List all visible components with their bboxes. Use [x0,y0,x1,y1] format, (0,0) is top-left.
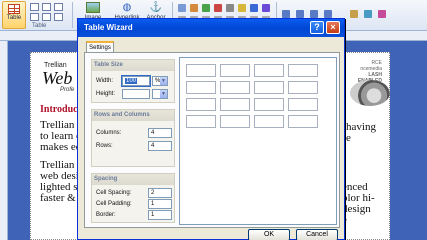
delete-cell-icon[interactable] [54,3,63,11]
preview-cell [254,98,284,111]
rows-label: Rows: [96,143,113,149]
spacing-group: Spacing Cell Spacing: 2 Cell Padding: 1 … [91,173,175,223]
ribbon-group-label: Table [32,23,47,29]
merge-cells-icon[interactable] [30,13,39,21]
border-field[interactable]: 1 [148,210,172,220]
preview-icon[interactable] [364,10,372,18]
close-icon[interactable]: × [326,21,340,34]
width-value: 100 [125,78,138,84]
insert-column-icon[interactable] [42,3,51,11]
preview-cell [220,115,250,128]
preview-cell [220,64,250,77]
preview-cell [288,81,318,94]
border-label: Border: [96,212,116,218]
cell-padding-field[interactable]: 1 [148,199,172,209]
special-char-icon[interactable] [262,4,270,12]
preview-cell [288,115,318,128]
height-unit-select[interactable]: ▼ [152,89,168,99]
insert-row-icon[interactable] [30,3,39,11]
cell-spacing-label: Cell Spacing: [96,190,132,196]
italic-icon[interactable] [310,10,318,18]
help-icon[interactable]: ? [310,21,324,34]
chevron-down-icon: ▼ [160,77,167,85]
bold-icon[interactable] [296,10,304,18]
paragraph-line: faster & [40,192,76,204]
cell-padding-label: Cell Padding: [96,201,132,207]
preview-cell [186,64,216,77]
width-field[interactable]: 100 [121,75,151,87]
logo-sub-text: Profe [60,87,75,93]
underline-icon[interactable] [324,10,332,18]
width-unit-select[interactable]: % ▼ [152,76,168,86]
line-icon[interactable] [226,4,234,12]
ribbon-separator [72,2,73,28]
preview-cell [288,64,318,77]
intro-heading: Introduc [40,104,78,115]
paragraph-1-right: having e [346,122,376,144]
anchor-icon: ⚓ [149,2,163,13]
preview-cell [220,98,250,111]
height-field[interactable] [122,89,150,99]
form-icon[interactable] [178,4,186,12]
paragraph-line: e [346,132,351,144]
layer-icon[interactable] [190,4,198,12]
logo-main-text: Web [42,68,73,88]
style-icon[interactable] [350,10,358,18]
rows-field[interactable]: 4 [148,141,172,151]
table-icon [8,4,20,14]
table-button-label: Table [6,15,22,21]
dialog-title: Table Wizard [84,23,133,32]
font-size-icon[interactable] [282,10,290,18]
highlight-icon[interactable] [238,4,246,12]
text-color-icon[interactable] [250,4,258,12]
disc-graphic [350,80,390,106]
dialog-titlebar[interactable]: Table Wizard ? × [78,19,344,37]
ok-button[interactable]: OK [248,229,290,240]
width-label: Width: [96,78,114,84]
group-title: Rows and Columns [92,110,174,121]
preview-cell [186,81,216,94]
paragraph-1: Trellian to learn c makes ed [40,120,81,153]
group-title: Spacing [92,174,174,185]
paragraph-line: makes ed [40,141,82,153]
preview-cell [288,98,318,111]
globe-icon: ◍ [122,2,132,13]
columns-field[interactable]: 4 [148,128,172,138]
publish-icon[interactable] [378,10,386,18]
cell-spacing-field[interactable]: 2 [148,188,172,198]
table-size-group: Table Size Width: 100 % ▼ Height: ▼ [91,59,175,103]
preview-cell [254,115,284,128]
columns-label: Columns: [96,130,122,136]
group-title: Table Size [92,60,174,71]
media-icon[interactable] [202,4,210,12]
table-preview [179,57,337,225]
table-properties-icon[interactable] [54,13,63,21]
preview-cell [254,81,284,94]
paragraph-2: Trellian web desi lighted s faster & [40,160,79,204]
table-wizard-dialog: Table Wizard ? × Settings Table Size Wid… [77,18,345,240]
flash-icon[interactable] [214,4,222,12]
image-icon [86,2,100,13]
preview-cell [186,115,216,128]
preview-cell [254,64,284,77]
rows-columns-group: Rows and Columns Columns: 4 Rows: 4 [91,109,175,167]
vertical-ruler [0,41,8,240]
preview-cell [220,81,250,94]
chevron-down-icon: ▼ [160,90,167,98]
paragraph-2-right: enced olor hi- design e [342,182,375,226]
table-button[interactable]: Table [2,1,26,29]
paragraph-line: e [342,215,375,226]
preview-cell [186,98,216,111]
height-label: Height: [96,91,116,97]
cancel-button[interactable]: Cancel [296,229,338,240]
split-cells-icon[interactable] [42,13,51,21]
